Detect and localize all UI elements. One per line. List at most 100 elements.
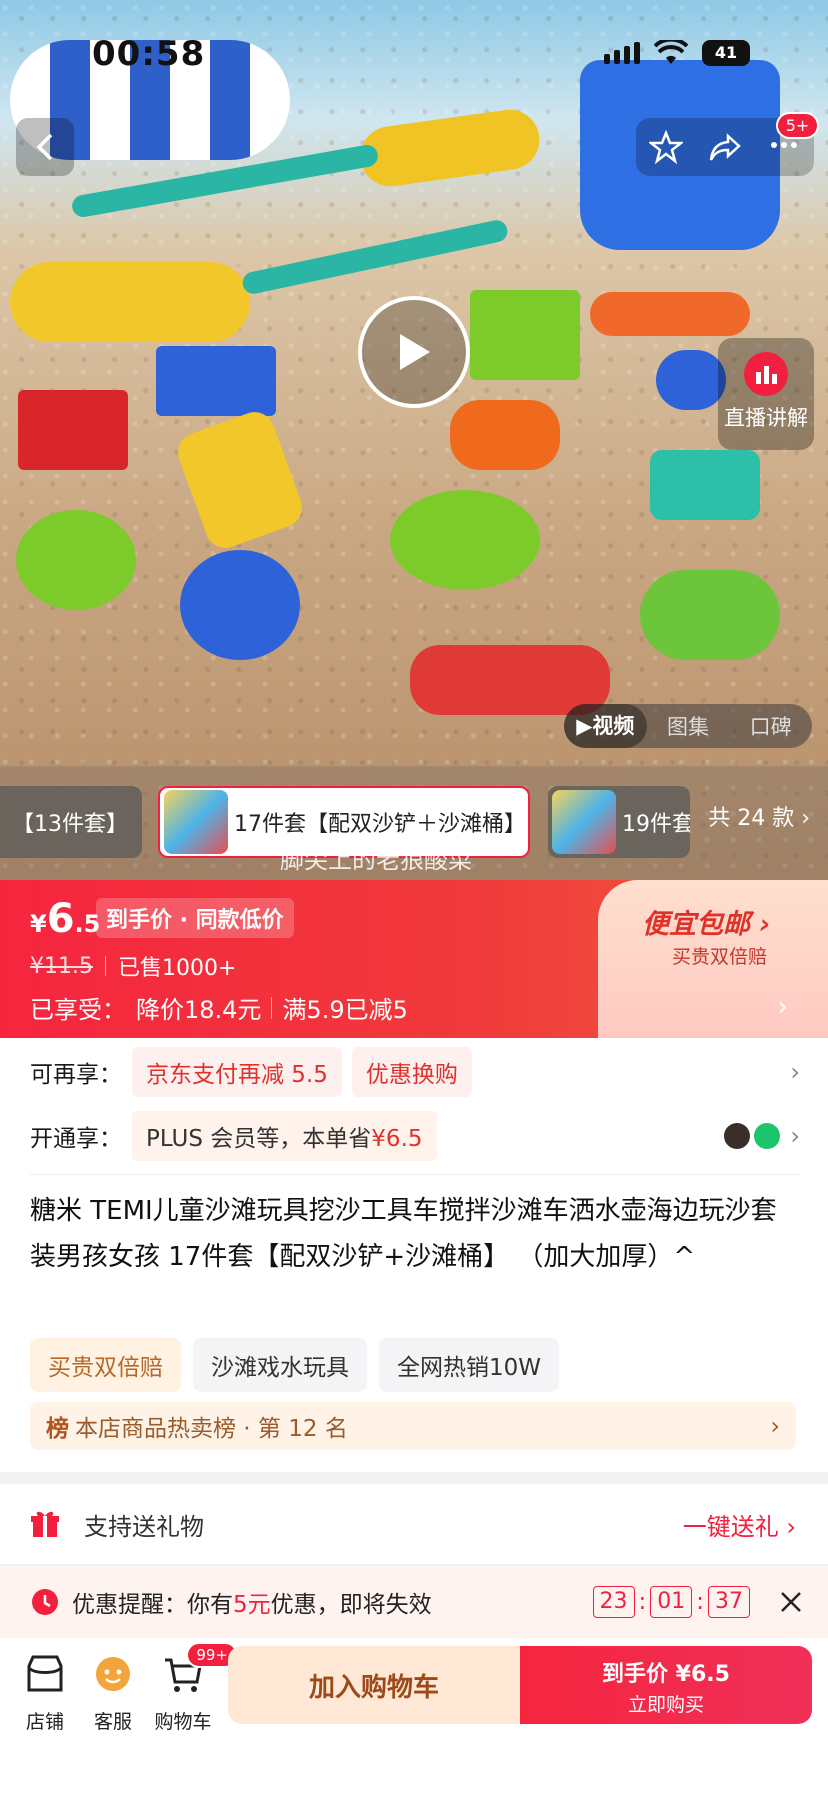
store-rank-banner[interactable]: 榜 本店商品热卖榜 · 第 12 名 › [30,1402,796,1450]
divider [30,1174,800,1175]
toy-scoop-blue [180,550,300,660]
free-shipping-box[interactable]: 便宜包邮 › 买贵双倍赔 [598,880,828,1038]
live-label: 直播讲解 [724,406,808,430]
toy-lobster [590,292,750,336]
buy-now-button[interactable]: 到手价 ¥6.5 立即购买 [520,1646,812,1724]
toy-octopus [656,350,726,410]
price-integer: 6 [46,896,75,942]
add-to-cart-button[interactable]: 加入购物车 [228,1646,520,1724]
free-shipping-title: 便宜包邮 › [642,909,771,940]
play-video-button[interactable] [358,296,470,408]
cart-button[interactable]: 购物车 99+ [148,1642,238,1734]
variant-19[interactable]: 19件套 [548,786,690,858]
top-action-group: 5+ [636,112,820,176]
tag-double-refund[interactable]: 买贵双倍赔 [30,1338,181,1392]
variant-label: 【13件套】 [12,812,128,837]
status-icons: 41 [604,40,750,66]
original-price-row: ¥11.5 已售1000+ [30,950,236,982]
cart-label: 购物车 [154,1711,212,1733]
product-tags: 买贵双倍赔 沙滩戏水玩具 全网热销10W [30,1338,560,1392]
chevron-right-icon: › [770,1412,780,1440]
status-time: 00:58 [92,34,206,74]
enjoyed-discounts[interactable]: 已享受： 降价18.4元 满5.9已减5 [30,990,408,1025]
media-tabs: ▶视频 图集 口碑 [564,704,812,748]
timer-hours: 23 [592,1586,635,1618]
back-button[interactable] [16,118,74,176]
bag-icon [754,1123,781,1149]
gift-row[interactable]: 支持送礼物 一键送礼 › [0,1484,828,1564]
divider [104,956,106,976]
toy-castle-red [18,390,128,470]
buy-price: 到手价 ¥6.5 [602,1662,730,1687]
play-icon [400,334,430,370]
live-explain-button[interactable]: 直播讲解 [718,338,814,450]
product-title[interactable]: 糖米 TEMI儿童沙滩玩具挖沙工具车搅拌沙滩车洒水壶海边玩沙套装男孩女孩 17件… [30,1188,800,1280]
chevron-right-icon: › [790,1122,800,1150]
close-icon[interactable] [780,1591,802,1613]
chevron-left-icon [36,133,53,161]
buy-now-label: 立即购买 [627,1694,704,1716]
double-refund-label: 买贵双倍赔 [672,946,768,968]
jd-pay-chip[interactable]: 京东支付再减 5.5 [132,1047,342,1097]
timer-seconds: 37 [708,1586,750,1618]
promo-text: 优惠提醒：你有5元优惠，即将失效 [72,1585,432,1619]
product-hero-image[interactable]: 00:58 41 5+ 直播讲解 ▶视频 图集 口碑 【13件套】 17件套【配… [0,0,828,880]
store-label: 店铺 [25,1711,64,1733]
notification-badge: 5+ [775,112,820,139]
clock-icon [32,1589,58,1615]
chevron-right-icon: › [790,1058,800,1086]
toy-turtle [640,570,780,660]
bottom-action-bar: 店铺 客服 购物车 99+ 加入购物车 到手价 ¥6.5 立即购买 [0,1638,828,1795]
plus-label: 开通享： [30,1126,122,1152]
divider [271,996,273,1019]
more-benefits-label: 可再享： [30,1062,122,1088]
signal-icon [604,42,640,64]
chevron-right-icon: › [777,992,788,1022]
gift-label: 支持送礼物 [84,1512,204,1541]
tag-category[interactable]: 沙滩戏水玩具 [193,1338,367,1392]
plus-text: PLUS 会员等，本单省 [146,1126,372,1152]
crown-icon [724,1123,751,1149]
toy-shovel-yellow [10,262,250,342]
promo-amount: 5元 [233,1592,271,1618]
variant-13[interactable]: 【13件套】 [0,786,142,858]
toy-castle-green [470,290,580,380]
more-benefits-row[interactable]: 可再享： 京东支付再减 5.5 优惠换购 › [30,1046,800,1098]
variant-thumbnail [164,790,228,854]
star-icon[interactable] [648,130,683,164]
variant-thumbnail [552,790,616,854]
gift-action[interactable]: 一键送礼 › [683,1507,796,1542]
final-price: ¥ 6 .5 [30,896,100,942]
plus-row[interactable]: 开通享： PLUS 会员等，本单省¥6.5 › [30,1110,800,1162]
share-icon[interactable] [708,130,742,164]
countdown-timer: 23: 01: 37 [592,1586,750,1618]
store-button[interactable]: 店铺 [10,1652,80,1734]
enjoyed-label: 已享受： [30,996,126,1024]
variant-label: 17件套【配双沙铲＋沙滩桶】 [234,812,526,837]
gift-icon [31,1511,59,1537]
enjoyed-coupon: 满5.9已减5 [282,996,408,1024]
trade-in-chip[interactable]: 优惠换购 [351,1047,472,1097]
toy-castle-blue [156,346,276,416]
enjoyed-discount: 降价18.4元 [136,996,262,1024]
variant-label: 19件套 [622,812,690,837]
tab-gallery[interactable]: 图集 [647,711,730,741]
more-button[interactable]: 5+ [767,112,820,166]
plus-chip[interactable]: PLUS 会员等，本单省¥6.5 [132,1111,437,1161]
battery-icon: 41 [702,40,750,66]
promo-prefix: 优惠提醒：你有 [72,1592,233,1618]
toy-sieve-green [390,490,540,590]
toy-funnel-green [16,510,136,610]
watermark: 脚尖上的老狼酸菜 [280,846,472,874]
store-icon [27,1655,63,1692]
variant-count-button[interactable]: 共 24 款 › [708,800,810,832]
plus-amount: ¥6.5 [371,1126,423,1152]
original-price: ¥11.5 [30,953,93,979]
promo-reminder: 优惠提醒：你有5元优惠，即将失效 23: 01: 37 [0,1566,828,1638]
service-button[interactable]: 客服 [78,1652,148,1734]
tab-video[interactable]: ▶视频 [564,704,647,748]
tag-sales[interactable]: 全网热销10W [379,1338,560,1392]
rank-text: 本店商品热卖榜 · 第 12 名 [75,1416,348,1442]
tab-reviews[interactable]: 口碑 [729,711,812,741]
wifi-icon [654,40,688,64]
